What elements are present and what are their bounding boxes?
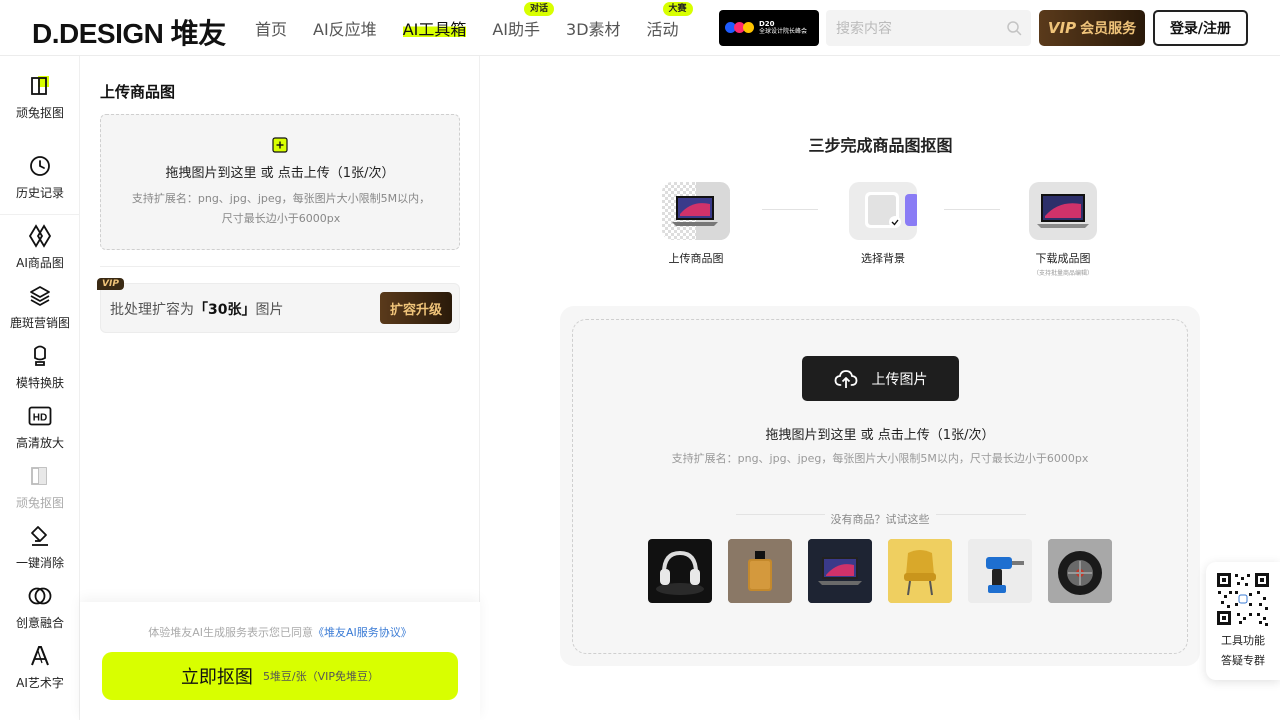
step-download: 下载成品图 （支持批量商品编辑） [1003,182,1123,277]
cutout-icon [28,464,52,488]
dropzone-instruction: 拖拽图片到这里 或 点击上传（1张/次） [165,166,395,181]
nav-badge-chat: 对话 [524,2,555,16]
nav-events[interactable]: 活动 大赛 [647,2,693,40]
rail-item-model-skin[interactable]: 模特换肤 [0,344,80,391]
vip-membership-button[interactable]: VIP 会员服务 [1039,10,1145,46]
search-icon[interactable] [1006,20,1022,36]
samples-label: 没有商品？试试这些 [573,508,1187,527]
rail-item-fusion[interactable]: 创意融合 [0,584,80,631]
sample-headphones[interactable] [648,539,712,603]
sample-perfume[interactable] [728,539,792,603]
upload-image-button[interactable]: 上传图片 [802,356,959,401]
fusion-rings-icon [28,584,52,608]
tool-rail: 顽兔抠图 历史记录 AI商品图 鹿斑营销图 模特换肤 HD 高清放大 顽兔抠图 … [0,56,80,720]
nav-badge-contest: 大赛 [662,2,693,16]
main-nav: 首页 AI反应堆 AI工具箱 AI助手 对话 3D素材 活动 大赛 [255,0,705,56]
step-background-thumbnail [849,182,917,240]
login-register-button[interactable]: 登录/注册 [1153,10,1248,46]
step-connector [762,209,818,210]
rail-item-history[interactable]: 历史记录 [0,154,80,201]
rail-item-upscale[interactable]: HD 高清放大 [0,404,80,451]
nav-3d-assets[interactable]: 3D素材 [566,16,621,40]
vip-tag: VIP [97,278,124,290]
sample-tire[interactable] [1048,539,1112,603]
clock-icon [28,154,52,178]
product-image-dropzone[interactable]: 拖拽图片到这里 或 点击上传（1张/次） 支持扩展名：png、jpg、jpeg，… [100,114,460,250]
start-cutout-button[interactable]: 立即抠图 5堆豆/张（VIP免堆豆） [102,652,458,700]
panel-footer: 体验堆友AI生成服务表示您已同意《堆友AI服务协议》 立即抠图 5堆豆/张（VI… [80,602,480,720]
nav-home[interactable]: 首页 [255,16,287,40]
panel-divider [100,266,460,267]
diamond-icon [28,224,52,248]
d20-logo-icon [725,18,755,38]
main-format-hint: 支持扩展名：png、jpg、jpeg，每张图片大小限制5M以内，尺寸最长边小于6… [671,452,1089,465]
model-bust-icon [28,344,52,368]
step-choose-background: 选择背景 [823,182,943,266]
qr-code-icon [1215,571,1271,627]
svg-text:HD: HD [33,413,47,424]
hd-icon: HD [28,404,52,428]
sample-chair[interactable] [888,539,952,603]
cutout-icon [28,74,52,98]
sample-images [648,539,1128,603]
rail-item-cutout[interactable]: 顽兔抠图 [0,74,80,121]
rail-item-cutout-alt[interactable]: 顽兔抠图 [0,464,80,511]
nav-ai-assistant[interactable]: AI助手 对话 [492,2,555,40]
service-agreement-link[interactable]: 《堆友AI服务协议》 [313,626,412,639]
sample-laptop[interactable] [808,539,872,603]
art-letter-icon [28,644,52,668]
main-upload-dropzone[interactable]: 上传图片 拖拽图片到这里 或 点击上传（1张/次） 支持扩展名：png、jpg、… [572,319,1188,654]
add-square-icon [272,137,288,153]
main-drop-instruction: 拖拽图片到这里 或 点击上传（1张/次） [765,428,995,443]
rail-divider [0,214,80,215]
sample-drill[interactable] [968,539,1032,603]
logo[interactable]: D.DESIGN 堆友 [32,12,226,52]
service-agreement-text: 体验堆友AI生成服务表示您已同意《堆友AI服务协议》 [148,626,412,639]
layers-icon [28,284,52,308]
rail-item-ai-product[interactable]: AI商品图 [0,224,80,271]
vip-mark: VIP [1047,19,1077,37]
batch-capacity-box: VIP 批处理扩容为「30张」图片 扩容升级 [97,278,460,333]
rail-item-art-text[interactable]: AI艺术字 [0,644,80,691]
step-connector [944,209,1000,210]
panel-title: 上传商品图 [100,83,176,101]
top-navigation-bar: D.DESIGN 堆友 首页 AI反应堆 AI工具箱 AI助手 对话 3D素材 活… [0,0,1280,56]
steps-title: 三步完成商品图抠图 [808,136,953,155]
rail-item-marketing[interactable]: 鹿斑营销图 [0,284,80,331]
upgrade-capacity-button[interactable]: 扩容升级 [380,292,452,324]
nav-ai-reactor[interactable]: AI反应堆 [313,16,377,40]
rail-item-erase[interactable]: 一键消除 [0,524,80,571]
main-canvas: 三步完成商品图抠图 上传商品图 选择背景 下载成品图 （支持批量商品编辑） 上传… [481,56,1280,720]
batch-capacity-text: 批处理扩容为「30张」图片 [110,302,284,318]
settings-panel: 上传商品图 拖拽图片到这里 或 点击上传（1张/次） 支持扩展名：png、jpg… [80,56,480,720]
upload-card: 上传图片 拖拽图片到这里 或 点击上传（1张/次） 支持扩展名：png、jpg、… [560,306,1200,666]
step-upload-thumbnail [662,182,730,240]
d20-summit-banner[interactable]: D20 全球设计院长峰会 [719,10,819,46]
dropzone-format-hint: 支持扩展名：png、jpg、jpeg，每张图片大小限制5M以内，尺寸最长边小于6… [131,192,431,225]
step-download-thumbnail [1029,182,1097,240]
step-upload: 上传商品图 [636,182,756,266]
search-input[interactable] [826,10,1031,46]
cloud-upload-icon [834,369,857,388]
eraser-icon [28,524,52,548]
nav-ai-toolbox[interactable]: AI工具箱 [402,16,467,40]
help-group-qr-card[interactable]: 工具功能 答疑专群 [1206,562,1280,680]
d20-banner-text: D20 全球设计院长峰会 [759,20,808,35]
